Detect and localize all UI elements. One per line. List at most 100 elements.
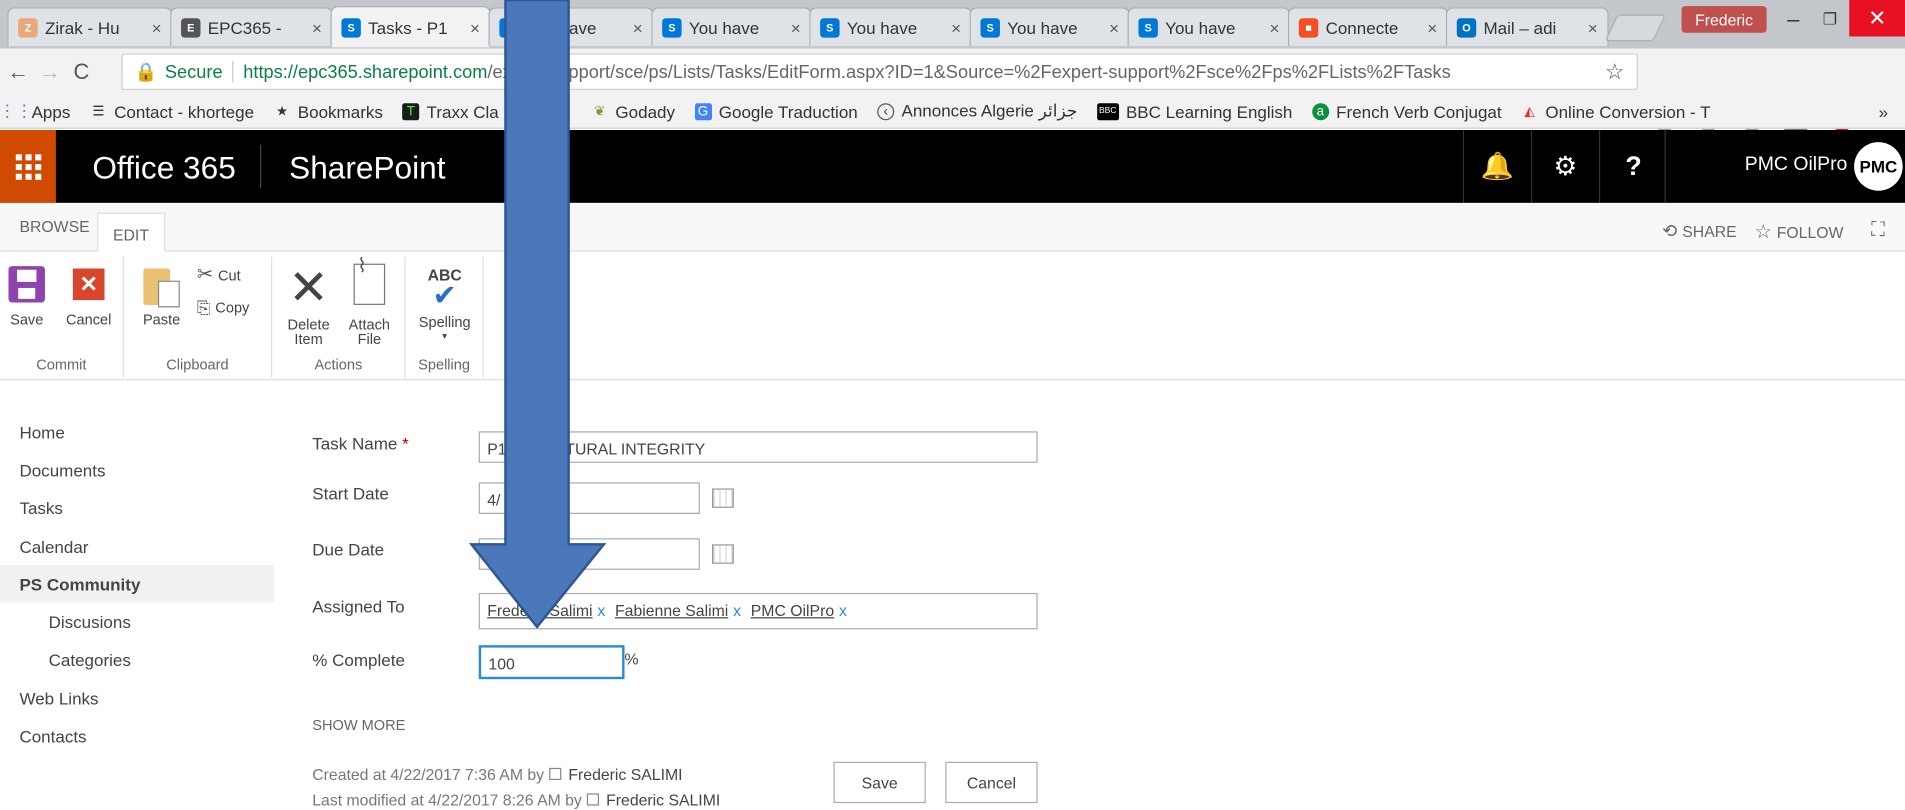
nav-item[interactable]: Tasks	[0, 489, 275, 527]
show-more-link[interactable]: SHOW MORE	[312, 717, 405, 734]
nav-item[interactable]: Calendar	[0, 527, 275, 565]
tab-close-icon[interactable]: ×	[791, 18, 801, 37]
lock-icon: 🔒	[134, 61, 158, 83]
bookmarks-overflow-icon[interactable]: »	[1879, 101, 1888, 120]
bookmark-online-conversion[interactable]: ◭ Online Conversion - T	[1521, 101, 1710, 120]
follow-button[interactable]: ☆ FOLLOW	[1754, 220, 1843, 244]
ribbon: Save ✕ Cancel Commit Paste ✂ Cut ⎘ Copy Cl…	[0, 251, 1905, 381]
close-window-icon[interactable]: ✕	[1849, 0, 1905, 37]
tab-favicon-icon: O	[1456, 17, 1477, 38]
forward-arrow-icon[interactable]: →	[34, 59, 66, 85]
browser-tab[interactable]: O Mail – adi ×	[1445, 7, 1609, 47]
bookmarks-bar: ⋮⋮ Apps ☰ Contact - khortege ★ Bookmarks TT…	[0, 94, 1905, 129]
tab-close-icon[interactable]: ×	[312, 18, 322, 37]
nav-item[interactable]: PS Community	[0, 565, 275, 604]
percent-complete-input[interactable]: 100	[478, 645, 625, 680]
maximize-icon[interactable]: ❐	[1813, 6, 1847, 33]
new-tab-button[interactable]	[1604, 14, 1666, 42]
tab-close-icon[interactable]: ×	[633, 18, 643, 37]
share-icon: ⟲	[1662, 221, 1678, 242]
tab-close-icon[interactable]: ×	[951, 18, 961, 37]
ribbon-attach-file-button[interactable]: ⌇ Attach File	[343, 257, 396, 348]
bookmark-contact[interactable]: ☰ Contact - khortege	[90, 101, 254, 120]
gear-icon[interactable]: ⚙	[1530, 130, 1599, 203]
ribbon-attach-label-2: File	[357, 330, 382, 348]
calendar-icon[interactable]	[711, 488, 734, 508]
bookmark-star-icon[interactable]: ☆	[1605, 60, 1625, 86]
bookmark-label: Annonces Algerie جزائر	[901, 100, 1078, 121]
tab-favicon-icon: S	[1138, 17, 1158, 38]
bookmark-label: Bookmarks	[297, 101, 383, 121]
arrow-shape	[468, 0, 607, 629]
help-icon[interactable]: ?	[1598, 130, 1667, 203]
focus-mode-icon[interactable]: ⛶	[1871, 220, 1885, 242]
modified-text: Last modified at 4/22/2017 8:26 AM by	[312, 790, 582, 810]
back-arrow-icon[interactable]: ←	[2, 59, 34, 85]
scissors-icon: ✂	[196, 264, 214, 286]
tab-browse[interactable]: BROWSE	[19, 217, 89, 235]
browser-tab[interactable]: S You have ×	[809, 7, 972, 47]
calendar-icon[interactable]	[711, 544, 734, 564]
ribbon-cut-button[interactable]: ✂ Cut	[196, 264, 241, 286]
modified-by-link[interactable]: Frederic SALIMI	[606, 791, 720, 809]
reload-icon[interactable]: C	[66, 59, 98, 85]
tab-title: Connecte	[1325, 17, 1399, 38]
ribbon-copy-button[interactable]: ⎘ Copy	[196, 297, 250, 318]
nav-item[interactable]: Documents	[0, 451, 275, 489]
bookmark-label: Apps	[31, 101, 71, 121]
tab-edit[interactable]: EDIT	[97, 212, 165, 253]
user-name[interactable]: PMC OilPro	[1745, 154, 1848, 176]
bookmark-apps[interactable]: ⋮⋮ Apps	[0, 101, 71, 121]
form-cancel-button[interactable]: Cancel	[945, 761, 1038, 804]
bookmark-annonces[interactable]: ‹ Annonces Algerie جزائر	[877, 101, 1077, 122]
bookmark-bbc[interactable]: BBC BBC Learning English	[1096, 101, 1292, 121]
ribbon-paste-button[interactable]: Paste	[141, 266, 182, 327]
browser-tab[interactable]: S You have ×	[1127, 7, 1291, 47]
tab-list: Z Zirak - Hu × E EPC365 - × S Tasks - P1 × S You …	[0, 0, 1652, 49]
assignee-name[interactable]: Fabienne Salimi	[615, 601, 728, 619]
tab-close-icon[interactable]: ×	[1588, 18, 1598, 37]
tab-close-icon[interactable]: ×	[152, 18, 162, 37]
browser-tab[interactable]: S You have ×	[969, 7, 1130, 47]
browser-tab[interactable]: E EPC365 - ×	[170, 7, 333, 47]
minimize-icon[interactable]: –	[1776, 6, 1810, 33]
office-365-brand[interactable]: Office 365	[92, 149, 235, 187]
sharepoint-app-title[interactable]: SharePoint	[289, 149, 445, 187]
bookmark-bookmarks[interactable]: ★ Bookmarks	[273, 101, 383, 121]
nav-item[interactable]: Contacts	[0, 717, 275, 755]
profile-button[interactable]: Frederic	[1681, 6, 1767, 33]
assignee-name[interactable]: PMC OilPro	[751, 601, 834, 619]
task-name-label: Task Name *	[312, 434, 408, 453]
address-bar[interactable]: 🔒 Secure https://epc365.sharepoint.com/e…	[121, 53, 1638, 90]
share-button[interactable]: ⟲ SHARE	[1662, 220, 1737, 242]
ribbon-delete-item-button[interactable]: ✕ Delete Item	[282, 264, 335, 347]
remove-assignee-icon[interactable]: x	[733, 601, 741, 619]
nav-item[interactable]: Discusions	[0, 603, 275, 641]
nav-item[interactable]: Categories	[0, 641, 275, 679]
browser-tab[interactable]: S You have ×	[651, 7, 812, 47]
tab-title: You have	[1165, 17, 1236, 38]
bell-icon[interactable]: 🔔	[1462, 130, 1531, 203]
bookmark-french-verb[interactable]: a French Verb Conjugat	[1311, 101, 1502, 121]
tab-close-icon[interactable]: ×	[1109, 18, 1119, 37]
bookmark-label: Online Conversion - T	[1545, 101, 1711, 121]
app-launcher-icon[interactable]	[0, 130, 56, 203]
nav-item[interactable]: Home	[0, 413, 275, 451]
created-by-link[interactable]: Frederic SALIMI	[568, 765, 682, 783]
ribbon-cut-label: Cut	[217, 267, 241, 285]
browser-tab[interactable]: Z Zirak - Hu ×	[7, 7, 173, 47]
bookmark-google-translate[interactable]: G Google Traduction	[694, 101, 858, 121]
bbc-icon: BBC	[1096, 102, 1119, 120]
group-label-commit: Commit	[36, 355, 87, 374]
browser-tab[interactable]: ■ Connecte ×	[1287, 7, 1449, 47]
tab-close-icon[interactable]: ×	[1269, 18, 1279, 37]
tab-close-icon[interactable]: ×	[1427, 18, 1437, 37]
nav-item[interactable]: Web Links	[0, 679, 275, 717]
ribbon-cancel-button[interactable]: ✕ Cancel	[63, 266, 114, 327]
remove-assignee-icon[interactable]: x	[839, 601, 847, 619]
task-name-label-text: Task Name	[312, 433, 398, 454]
copy-icon: ⎘	[196, 297, 211, 318]
avatar[interactable]: PMC	[1854, 142, 1903, 191]
ribbon-save-button[interactable]: Save	[7, 266, 46, 327]
form-save-button[interactable]: Save	[833, 761, 926, 804]
